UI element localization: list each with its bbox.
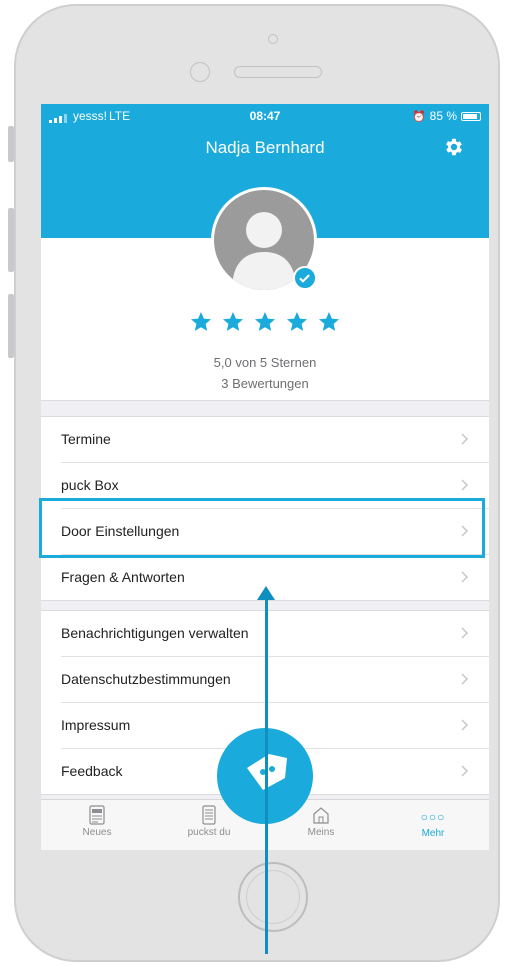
tab-mehr[interactable]: ○○○ Mehr [377,800,489,850]
gear-icon[interactable] [443,136,465,158]
menu-item-label: Datenschutzbestimmungen [61,671,231,687]
menu-item-label: Fragen & Antworten [61,569,185,585]
menu-item-benachrichtigungen[interactable]: Benachrichtigungen verwalten [61,611,489,657]
volume-up-button [8,208,14,272]
star-icon [319,312,339,331]
star-icon [287,312,307,331]
earpiece-speaker [234,66,322,78]
menu-item-fragen-antworten[interactable]: Fragen & Antworten [61,555,489,600]
chevron-right-icon [461,673,469,685]
chevron-right-icon [461,719,469,731]
chevron-right-icon [461,479,469,491]
rating-summary: 5,0 von 5 Sternen 3 Bewertungen [41,352,489,394]
tab-label: Neues [82,827,112,838]
chevron-right-icon [461,571,469,583]
alarm-icon: ⏰ [411,110,426,123]
volume-down-button [8,294,14,358]
menu-item-label: Benachrichtigungen verwalten [61,625,249,641]
menu-item-label: Termine [61,431,111,447]
page-title: Nadja Bernhard [205,138,325,157]
home-button[interactable] [238,862,308,932]
menu-item-label: puck Box [61,477,119,493]
home-icon [313,807,329,824]
pointer-arrow [265,598,268,954]
box-icon [202,805,216,825]
star-rating [41,310,489,334]
menu-item-label: Impressum [61,717,131,733]
menu-item-datenschutz[interactable]: Datenschutzbestimmungen [61,657,489,703]
battery-percent: 85 % [429,109,457,123]
tab-label: Mehr [421,828,445,839]
more-dots-icon: ○○○ [420,810,446,824]
mute-switch [8,126,14,162]
sensor-icon [190,62,210,82]
newspaper-icon [89,805,105,825]
chevron-right-icon [461,433,469,445]
star-icon [255,312,275,331]
tab-label: Meins [307,827,335,838]
highlight-frame [39,498,485,558]
status-bar: yesss! LTE 08:47 ⏰ 85 % [41,104,489,128]
battery-area: ⏰ 85 % [412,109,481,123]
verified-check-icon [293,266,317,290]
battery-icon [461,111,481,121]
menu-item-termine[interactable]: Termine [61,417,489,463]
star-icon [191,312,211,331]
camera-icon [268,34,278,44]
tab-label: puckst du [187,827,231,838]
chevron-right-icon [461,765,469,777]
tab-neues[interactable]: Neues [41,800,153,850]
rating-text: 5,0 von 5 Sternen [213,355,317,370]
chevron-right-icon [461,627,469,639]
menu-item-label: Feedback [61,763,123,779]
star-icon [223,312,243,331]
reviews-count: 3 Bewertungen [221,376,309,391]
